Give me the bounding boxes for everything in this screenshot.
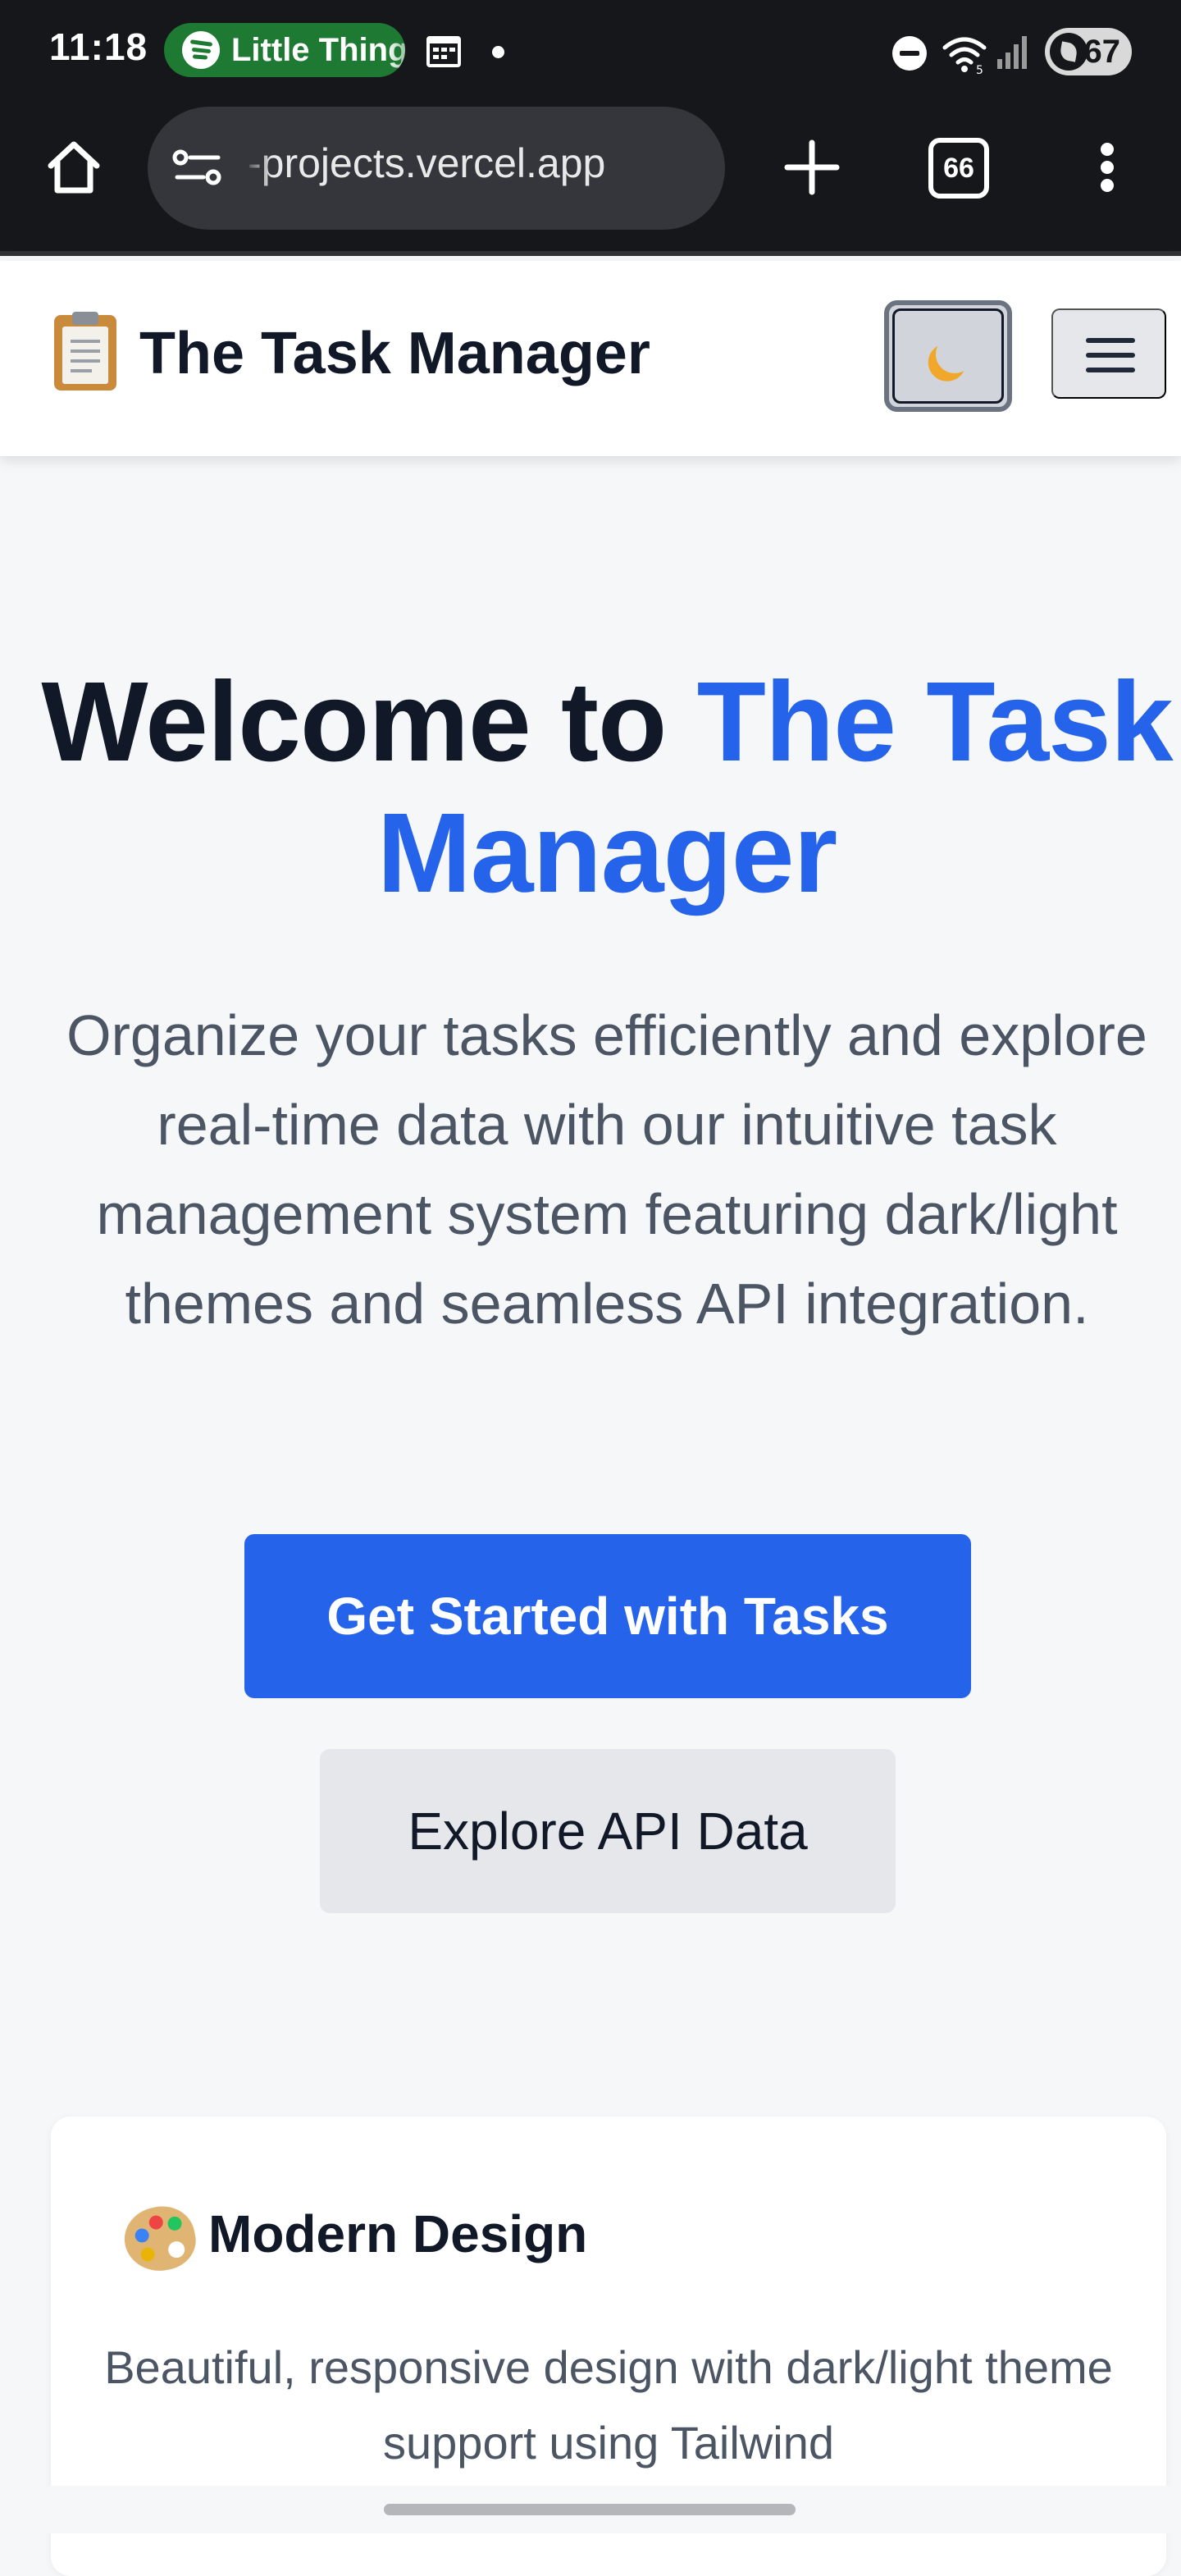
hamburger-icon xyxy=(1086,338,1135,343)
calendar-icon xyxy=(426,36,461,67)
explore-api-button[interactable]: Explore API Data xyxy=(320,1749,896,1913)
hero-description: Organize your tasks efficiently and expl… xyxy=(66,1003,1147,1336)
feature-description: Beautiful, responsive design with dark/l… xyxy=(104,2341,1113,2469)
clipboard-icon xyxy=(54,312,116,391)
moon-icon xyxy=(931,331,979,379)
wifi-icon: 5 xyxy=(942,37,987,74)
get-started-button[interactable]: Get Started with Tasks xyxy=(244,1534,971,1698)
status-time: 11:18 xyxy=(49,25,148,68)
gesture-handle[interactable] xyxy=(384,2504,796,2515)
tab-switcher-icon[interactable]: 66 xyxy=(928,138,989,199)
now-playing-pill[interactable]: Little Things xyxy=(164,23,405,77)
signal-icon xyxy=(997,34,1032,69)
hero-title-prefix: Welcome to xyxy=(41,659,697,785)
now-playing-title: Little Things xyxy=(231,31,405,68)
plus-icon[interactable] xyxy=(779,135,845,200)
address-bar[interactable]: -projects.vercel.app xyxy=(148,107,725,230)
app-header: The Task Manager xyxy=(0,261,1181,456)
status-bar: 11:18 Little Things 5 67 xyxy=(0,0,1181,102)
svg-text:5: 5 xyxy=(976,64,983,74)
palette-icon xyxy=(118,2199,202,2278)
theme-toggle-button[interactable] xyxy=(884,300,1012,412)
home-icon[interactable] xyxy=(41,135,107,200)
spotify-icon xyxy=(182,31,220,69)
hero-title-line-2: Manager xyxy=(33,788,1181,919)
battery-icon: 67 xyxy=(1045,28,1132,75)
site-settings-icon[interactable] xyxy=(172,148,223,189)
notification-dot-icon xyxy=(492,46,504,58)
browser-toolbar: -projects.vercel.app 66 xyxy=(0,102,1181,256)
battery-level: 67 xyxy=(1083,33,1121,70)
hero-title: Welcome to The Task xyxy=(33,656,1181,788)
feature-title: Modern Design xyxy=(208,2204,588,2263)
hamburger-menu-button[interactable] xyxy=(1051,308,1166,399)
hero-title-brand-2: Manager xyxy=(376,790,837,916)
app-title[interactable]: The Task Manager xyxy=(139,320,650,387)
dnd-icon xyxy=(892,36,927,71)
hero-title-brand: The Task xyxy=(696,659,1174,785)
battery-saver-icon xyxy=(1050,33,1088,71)
more-vert-icon[interactable] xyxy=(1083,135,1132,200)
system-navigation-bar xyxy=(0,2486,1181,2533)
url-text[interactable]: -projects.vercel.app xyxy=(248,139,605,187)
